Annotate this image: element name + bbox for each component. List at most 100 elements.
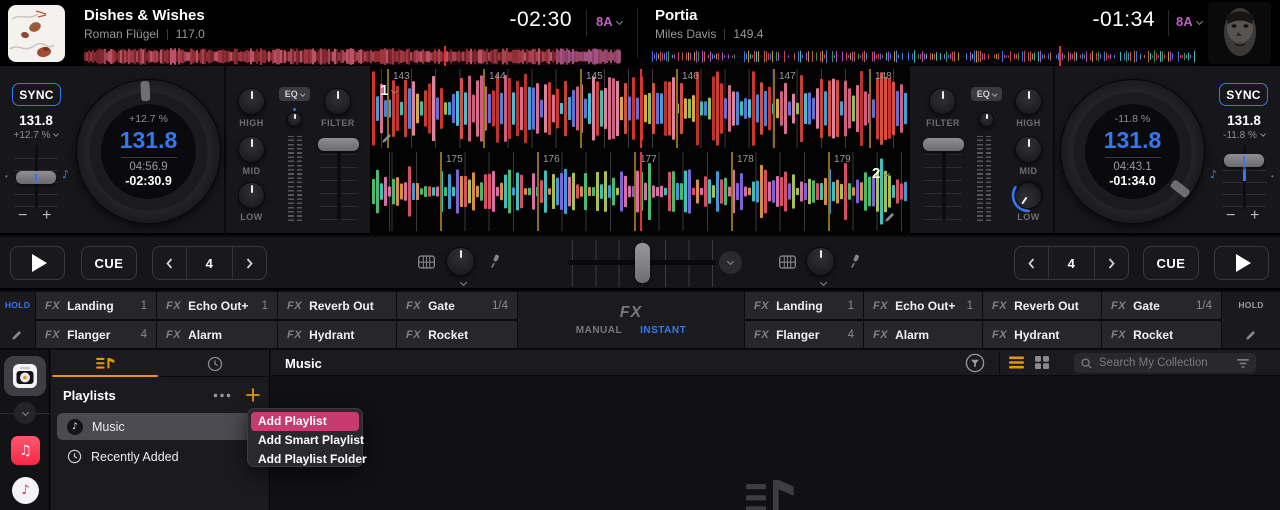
playlist-row-music[interactable]: ♪ Music <box>57 413 264 440</box>
deck1-filter-knob[interactable] <box>324 88 351 115</box>
deck2-fx-hold-button[interactable]: HOLD <box>1222 300 1280 310</box>
add-playlist-icon[interactable] <box>246 388 260 402</box>
source-apple-music[interactable]: ♫ <box>11 436 40 465</box>
deck2-tempo-percent[interactable]: -11.8 % <box>1214 130 1274 141</box>
deck2-cue-button[interactable]: CUE <box>1143 246 1199 280</box>
deck1-mic-icon[interactable] <box>489 253 503 270</box>
grid-view-button[interactable] <box>1035 356 1049 369</box>
chevron-down-icon[interactable] <box>819 278 828 287</box>
fx-slot[interactable]: FX Reverb Out <box>983 292 1101 319</box>
filter-button[interactable] <box>965 353 985 373</box>
fx-slot[interactable]: FX Alarm <box>864 321 982 348</box>
more-options-icon[interactable] <box>213 393 231 398</box>
deck1-eq-mid-knob[interactable] <box>238 136 265 163</box>
deck1-tempo-percent[interactable]: +12.7 % <box>6 130 66 141</box>
fx-slot[interactable]: FX Echo Out+ 1 <box>864 292 982 319</box>
deck1-wave-label[interactable]: 1 <box>380 82 399 99</box>
deck1-loop-halve-button[interactable] <box>153 247 187 279</box>
deck2-volume-handle[interactable] <box>923 138 964 151</box>
fx-slot[interactable]: FX Landing 1 <box>745 292 863 319</box>
fx-mode-manual[interactable]: MANUAL <box>576 325 622 336</box>
chevron-down-icon[interactable] <box>459 278 468 287</box>
fx-name: Hydrant <box>309 327 355 342</box>
deck1-track-overview[interactable] <box>84 48 622 65</box>
fx-slot[interactable]: FX Gate 1/4 <box>397 292 517 319</box>
search-filter-icon[interactable] <box>1237 358 1249 369</box>
deck2-wave-label[interactable]: 2 <box>872 165 891 182</box>
source-my-collection[interactable] <box>4 356 46 396</box>
deck2-tempo-slider[interactable] <box>1222 145 1266 209</box>
deck1-sync-button[interactable]: SYNC <box>12 83 61 106</box>
deck1-tempo-handle[interactable] <box>16 171 56 184</box>
deck2-tempo-plus-button[interactable]: + <box>1250 207 1259 225</box>
deck2-loop-double-button[interactable] <box>1094 247 1128 279</box>
deck1-waveform[interactable]: 143 144 145 146 147 148 1 <box>372 69 908 148</box>
deck1-eq-mode-selector[interactable]: EQ <box>279 87 310 101</box>
deck2-volume-fader[interactable] <box>923 138 964 220</box>
deck1-loop-length[interactable]: 4 <box>187 256 232 271</box>
deck2-jog-wheel[interactable]: -11.8 % 131.8 04:43.1 -01:34.0 <box>1060 79 1205 224</box>
deck2-play-button[interactable] <box>1214 246 1269 280</box>
deck2-loop-length[interactable]: 4 <box>1049 256 1094 271</box>
fx-slot[interactable]: FX Hydrant <box>278 321 396 348</box>
fx-slot[interactable]: FX Flanger 4 <box>36 321 156 348</box>
deck1-volume-handle[interactable] <box>318 138 359 151</box>
menu-item-add-playlist-folder[interactable]: Add Playlist Folder <box>251 450 367 469</box>
crossfader-handle[interactable] <box>635 243 650 283</box>
deck1-gain-knob[interactable] <box>287 112 302 127</box>
tab-history[interactable] <box>159 350 270 377</box>
edit-fx-icon[interactable] <box>11 328 24 341</box>
deck1-key-selector[interactable]: 8A <box>596 14 623 29</box>
deck2-loop-halve-button[interactable] <box>1015 247 1049 279</box>
deck2-gain-knob[interactable] <box>979 112 994 127</box>
deck1-eq-low-knob[interactable] <box>238 182 265 209</box>
deck2-mic-icon[interactable] <box>849 253 863 270</box>
fx-slot[interactable]: FX Alarm <box>157 321 277 348</box>
deck2-eq-high-knob[interactable] <box>1015 88 1042 115</box>
search-box[interactable] <box>1074 353 1256 373</box>
deck2-waveform[interactable]: 175 176 177 178 179 2 <box>372 152 908 231</box>
deck1-tempo-plus-button[interactable]: + <box>42 207 51 225</box>
mixer-collapse-button[interactable] <box>719 251 742 274</box>
deck1-cue-button[interactable]: CUE <box>81 246 137 280</box>
deck2-key: 8A <box>1176 14 1193 29</box>
deck2-key-selector[interactable]: 8A <box>1176 14 1203 29</box>
menu-item-add-smart-playlist[interactable]: Add Smart Playlist <box>251 431 364 450</box>
deck1-eq-high-knob[interactable] <box>238 88 265 115</box>
fx-slot[interactable]: FX Reverb Out <box>278 292 396 319</box>
fx-slot[interactable]: FX Hydrant <box>983 321 1101 348</box>
search-input[interactable] <box>1097 356 1232 370</box>
list-view-button[interactable] <box>1009 356 1024 369</box>
deck2-filter-knob[interactable] <box>929 88 956 115</box>
fx-slot[interactable]: FX Flanger 4 <box>745 321 863 348</box>
playlist-row-recently-added[interactable]: Recently Added <box>57 443 264 470</box>
deck1-jog-wheel[interactable]: +12.7 % 131.8 04:56.9 -02:30.9 <box>76 79 221 224</box>
edit-beatgrid-icon[interactable] <box>884 210 897 223</box>
deck1-mixer-knob[interactable] <box>446 247 475 276</box>
edit-beatgrid-icon[interactable] <box>381 131 394 144</box>
deck1-volume-fader[interactable] <box>318 138 359 220</box>
fx-mode-instant[interactable]: INSTANT <box>640 325 686 336</box>
fx-slot[interactable]: FX Rocket <box>1102 321 1221 348</box>
fx-slot[interactable]: FX Landing 1 <box>36 292 156 319</box>
edit-fx-icon[interactable] <box>1245 328 1258 341</box>
deck2-pads-icon[interactable] <box>779 255 796 269</box>
deck1-tempo-minus-button[interactable]: − <box>18 207 27 225</box>
fx-slot[interactable]: FX Echo Out+ 1 <box>157 292 277 319</box>
source-music-app[interactable]: ♪ <box>12 477 39 504</box>
fx-slot[interactable]: FX Gate 1/4 <box>1102 292 1221 319</box>
deck2-eq-mode-selector[interactable]: EQ <box>971 87 1002 101</box>
deck2-tempo-minus-button[interactable]: − <box>1226 207 1235 225</box>
rail-collapse-button[interactable] <box>14 402 36 424</box>
deck2-tempo-handle[interactable] <box>1224 154 1264 167</box>
menu-item-add-playlist[interactable]: Add Playlist <box>251 411 359 431</box>
deck2-mixer-knob[interactable] <box>806 247 835 276</box>
deck1-fx-hold-button[interactable]: HOLD <box>0 300 35 310</box>
deck1-pads-icon[interactable] <box>418 255 435 269</box>
fx-slot[interactable]: FX Rocket <box>397 321 517 348</box>
tab-playlists[interactable] <box>51 350 159 377</box>
deck1-loop-double-button[interactable] <box>232 247 266 279</box>
deck1-tempo-slider[interactable] <box>14 145 58 209</box>
deck1-play-button[interactable] <box>10 246 65 280</box>
deck2-sync-button[interactable]: SYNC <box>1219 83 1268 106</box>
